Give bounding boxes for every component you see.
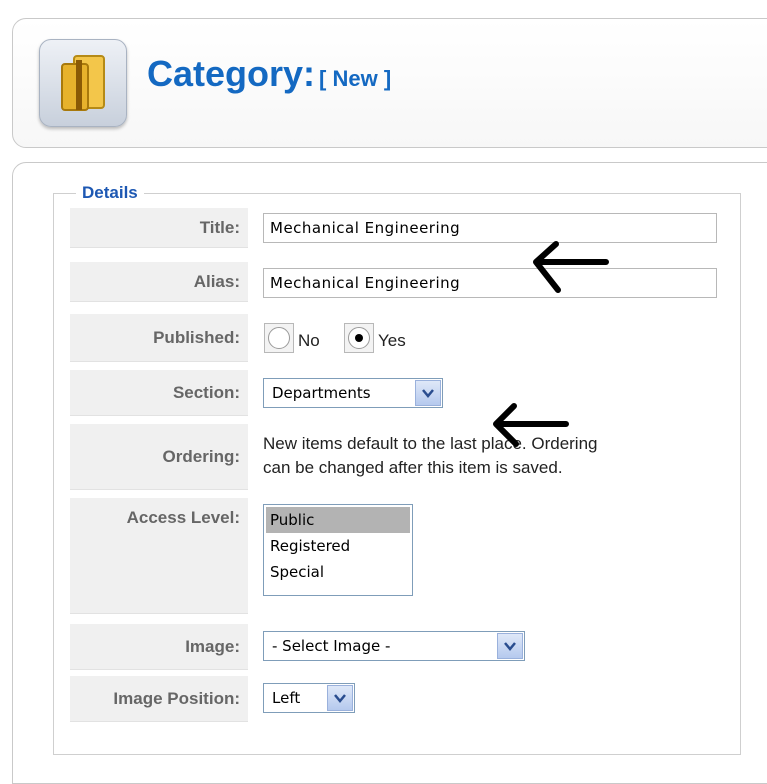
ordering-label: Ordering: — [70, 424, 248, 490]
alias-input[interactable]: Mechanical Engineering — [263, 268, 717, 298]
access-level-label: Access Level: — [70, 498, 248, 614]
published-yes-radio-box — [344, 323, 374, 353]
arrow-left-icon — [493, 403, 569, 447]
image-position-label: Image Position: — [70, 676, 248, 722]
published-yes-label: Yes — [378, 331, 406, 350]
toolbar-header: Category:[ New ] — [12, 18, 767, 148]
image-position-select-value: Left — [272, 689, 301, 707]
access-option-special[interactable]: Special — [266, 559, 410, 585]
section-select[interactable]: Departments — [263, 378, 443, 408]
form-panel: Details Title: Mechanical Engineering Al… — [12, 162, 767, 784]
image-position-select[interactable]: Left — [263, 683, 355, 713]
published-label: Published: — [70, 314, 248, 362]
published-no-radio[interactable] — [268, 327, 290, 349]
details-fieldset: Details Title: Mechanical Engineering Al… — [53, 183, 741, 755]
category-folder-icon — [39, 39, 127, 127]
published-no-label: No — [298, 331, 320, 350]
section-label: Section: — [70, 370, 248, 416]
image-select[interactable]: - Select Image - — [263, 631, 525, 661]
dropdown-arrow-icon[interactable] — [327, 685, 353, 711]
image-select-value: - Select Image - — [272, 637, 391, 655]
details-legend: Details — [76, 183, 144, 203]
section-select-value: Departments — [272, 384, 371, 402]
published-no-radio-box — [264, 323, 294, 353]
ordering-note-line2: can be changed after this item is saved. — [263, 458, 563, 477]
page-title: Category:[ New ] — [147, 53, 392, 94]
access-option-registered[interactable]: Registered — [266, 533, 410, 559]
image-label: Image: — [70, 624, 248, 670]
access-level-listbox[interactable]: Public Registered Special — [263, 504, 413, 596]
title-input[interactable]: Mechanical Engineering — [263, 213, 717, 243]
alias-label: Alias: — [70, 262, 248, 302]
dropdown-arrow-icon[interactable] — [415, 380, 441, 406]
page-subtitle: [ New ] — [319, 66, 392, 91]
access-option-public[interactable]: Public — [266, 507, 410, 533]
arrow-left-icon — [533, 241, 609, 293]
title-label: Title: — [70, 208, 248, 248]
published-yes-radio[interactable] — [348, 327, 370, 349]
dropdown-arrow-icon[interactable] — [497, 633, 523, 659]
